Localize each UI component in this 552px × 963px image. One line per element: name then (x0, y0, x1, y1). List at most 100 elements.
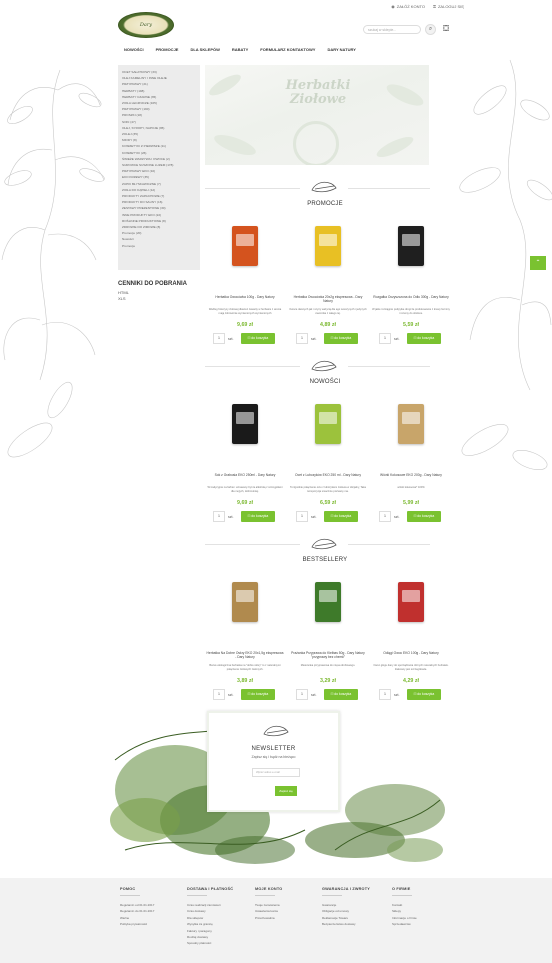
product-description: Mieszanka przyprawowa do mięsa drobioweg… (300, 664, 356, 667)
quantity-input[interactable]: 1 (213, 511, 225, 522)
product-description: Bazus ekologiczna herbatka na "dobre skó… (209, 664, 281, 671)
product-image[interactable] (372, 400, 450, 444)
quantity-input[interactable]: 1 (213, 689, 225, 700)
product-description: W tradycyjnie na farbie i uznawany był z… (207, 486, 283, 493)
add-to-cart-label: do koszyka (251, 514, 269, 518)
product-card[interactable]: Sok z Grabusia EKO 250ml - Dary Natury W … (206, 400, 284, 522)
product-image[interactable] (206, 578, 284, 622)
add-to-cart-button[interactable]: ⛋ do koszyka (241, 689, 275, 700)
divider (205, 544, 300, 545)
product-card[interactable]: Ocet z Lubczyków EKO 250 ml - Dary Natur… (289, 400, 367, 522)
unit-label: szt. (394, 515, 400, 519)
add-to-cart-button[interactable]: ⛋ do koszyka (324, 689, 358, 700)
footer-link[interactable]: Regulamin do 01.01.2017 (120, 908, 154, 914)
hero-banner[interactable]: Herbatki Ziołowe (205, 65, 429, 165)
search-input[interactable]: szukaj w sklepie... (363, 25, 421, 34)
footer-link[interactable]: Sprzedawców (392, 921, 417, 927)
search-icon[interactable]: ⌕ (425, 24, 436, 35)
quantity-input[interactable]: 1 (379, 689, 391, 700)
unit-label: szt. (311, 515, 317, 519)
add-to-cart-button[interactable]: ⛋ do koszyka (324, 333, 358, 344)
chevron-up-icon: ⌃ (535, 260, 541, 266)
product-name[interactable]: Sok z Grabusia EKO 250ml - Dary Natury (206, 473, 284, 477)
footer-link[interactable]: Sposoby płatności (187, 940, 233, 946)
product-image[interactable] (289, 578, 367, 622)
footer-link[interactable]: Przechowalnia (255, 915, 282, 921)
product-image[interactable] (372, 578, 450, 622)
product-name[interactable]: Odiągi Owoc EKO 100g - Dary Natury (372, 651, 450, 655)
leaf-icon (311, 538, 337, 550)
nav-item-nowosci[interactable]: NOWOŚCI (124, 47, 144, 52)
product-name[interactable]: Rozgałka Oczyszczona do Odłu 300g - Dary… (372, 295, 450, 299)
product-name[interactable]: Herbatka Owocówka 100g - Dary Natury (206, 295, 284, 299)
product-price: 5,59 zł (403, 322, 419, 328)
product-card[interactable]: Herbatka Owocówka 20x2g ekspresowa - Dar… (289, 222, 367, 344)
footer-link[interactable]: Bezpieczeństwo dostawy (322, 921, 370, 927)
logo[interactable]: Dary (118, 12, 174, 38)
unit-label: szt. (228, 515, 234, 519)
product-name[interactable]: Wiórki Kokosowe EKO 200g - Dary Natury (372, 473, 450, 477)
scroll-to-top-button[interactable]: ⌃ (530, 256, 546, 270)
quantity-input[interactable]: 1 (379, 511, 391, 522)
register-label: ZAŁÓŻ KONTO (396, 4, 425, 9)
product-card[interactable]: Herbatka Owocówka 100g - Dary Natury Wedł… (206, 222, 284, 344)
nav-item-dary-natury[interactable]: DARY NATURY (327, 47, 355, 52)
download-html-link[interactable]: HTML (118, 290, 129, 295)
main-nav: NOWOŚCI PROMOCJE DLA SKLEPÓW RABATY FORM… (124, 47, 356, 52)
divider (348, 188, 430, 189)
newsletter-email-input[interactable]: Wpisz adres e-mail (252, 768, 300, 777)
product-description: Owoc głogu dany do sporządzania różnych … (373, 664, 449, 671)
product-card[interactable]: Herbatka Na Dobre Oskry EKO 20x1,5g eksp… (206, 578, 284, 700)
newsletter-subscribe-button[interactable]: Zapisz się (275, 786, 297, 796)
product-card[interactable]: Odiągi Owoc EKO 100g - Dary Natury Owoc g… (372, 578, 450, 700)
nav-item-promocje[interactable]: PROMOCJE (156, 47, 179, 52)
add-to-cart-button[interactable]: ⛋ do koszyka (407, 689, 441, 700)
add-to-cart-button[interactable]: ⛋ do koszyka (241, 511, 275, 522)
product-image[interactable] (372, 222, 450, 266)
quantity-input[interactable]: 1 (296, 333, 308, 344)
newsletter-title: NEWSLETTER (251, 746, 296, 752)
add-to-cart-button[interactable]: ⛋ do koszyka (241, 333, 275, 344)
add-to-cart-button[interactable]: ⛋ do koszyka (324, 511, 358, 522)
divider (205, 188, 300, 189)
product-card[interactable]: Rozgałka Oczyszczona do Odłu 300g - Dary… (372, 222, 450, 344)
product-name[interactable]: Ocet z Lubczyków EKO 250 ml - Dary Natur… (289, 473, 367, 477)
product-image[interactable] (206, 222, 284, 266)
sidebar-item[interactable]: Promocje (122, 243, 196, 249)
product-image[interactable] (206, 400, 284, 444)
section-title-promocje: PROMOCJE (307, 201, 343, 207)
nav-item-dla-sklepow[interactable]: DLA SKLEPÓW (190, 47, 219, 52)
product-name[interactable]: Herbatka Owocówka 20x2g ekspresowa - Dar… (289, 295, 367, 304)
quantity-input[interactable]: 1 (296, 689, 308, 700)
footer: POMOC Regulamin od 01.01.2017 Regulamin do… (0, 878, 552, 963)
download-xls-link[interactable]: XLS (118, 296, 126, 301)
hero-tea-cup (293, 121, 339, 165)
downloads-title: CENNIKI DO POBRANIA (118, 281, 188, 287)
unit-label: szt. (228, 693, 234, 697)
quantity-input[interactable]: 1 (296, 511, 308, 522)
herb-drawing-left (1, 69, 105, 458)
product-price: 6,59 zł (320, 500, 336, 506)
product-name[interactable]: Herbatka Na Dobre Oskry EKO 20x1,5g eksp… (206, 651, 284, 660)
unit-label: szt. (228, 337, 234, 341)
register-link[interactable]: ◉ ZAŁÓŻ KONTO (391, 4, 425, 9)
product-image[interactable] (289, 400, 367, 444)
nav-item-formularz[interactable]: FORMULARZ KONTAKTOWY (260, 47, 315, 52)
footer-link[interactable]: Polityka prywatności (120, 921, 154, 927)
product-description: Według historycy ziołowej dlaszeń zawart… (208, 308, 282, 315)
unit-label: szt. (394, 693, 400, 697)
product-card[interactable]: Wiórki Kokosowe EKO 200g - Dary Natury wi… (372, 400, 450, 522)
quantity-input[interactable]: 1 (213, 333, 225, 344)
herb-drawing-right (459, 59, 552, 471)
product-price: 3,89 zł (237, 678, 253, 684)
product-card[interactable]: Prażanka Przyprawa do Kiełbas 50g - Dary… (289, 578, 367, 700)
nav-item-rabaty[interactable]: RABATY (232, 47, 248, 52)
quantity-input[interactable]: 1 (379, 333, 391, 344)
topbar: ◉ ZAŁÓŻ KONTO ⚿ ZALOGUJ SIĘ (391, 4, 464, 9)
add-to-cart-button[interactable]: ⛋ do koszyka (407, 511, 441, 522)
product-name[interactable]: Prażanka Przyprawa do Kiełbas 50g - Dary… (289, 651, 367, 660)
login-link[interactable]: ⚿ ZALOGUJ SIĘ (433, 4, 464, 9)
product-image[interactable] (289, 222, 367, 266)
cart-icon[interactable]: ⛋ (441, 24, 451, 34)
add-to-cart-button[interactable]: ⛋ do koszyka (407, 333, 441, 344)
